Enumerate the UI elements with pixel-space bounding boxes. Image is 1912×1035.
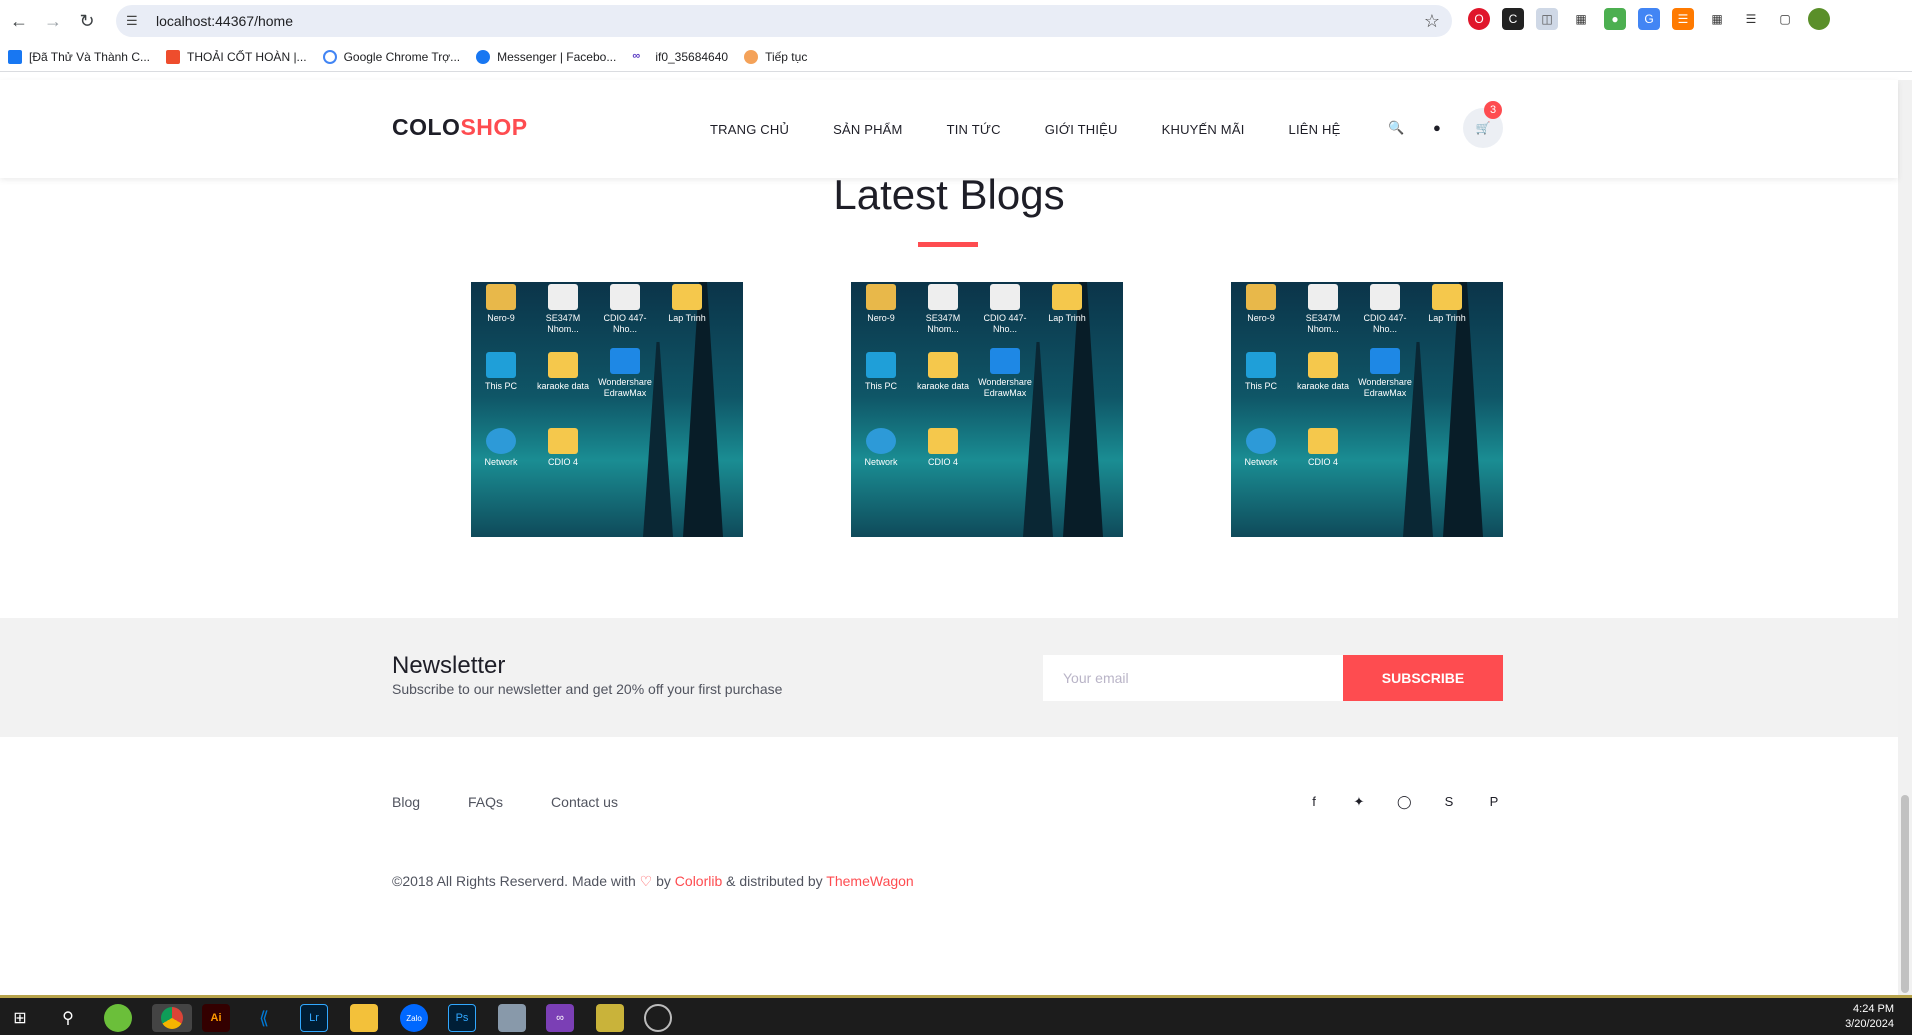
nav-item-news[interactable]: TIN TỨC — [947, 122, 1001, 137]
newsletter-section: Newsletter Subscribe to our newsletter a… — [0, 618, 1898, 737]
cart-icon: 🛒 — [1475, 121, 1491, 135]
title-underline — [918, 242, 978, 247]
bookmark-item[interactable]: ∞ if0_35684640 — [632, 49, 728, 64]
user-icon[interactable]: ● — [1433, 120, 1441, 135]
nav-item-products[interactable]: SẢN PHẨM — [833, 122, 903, 137]
cart-count-badge: 3 — [1484, 101, 1502, 119]
newsletter-subtitle: Subscribe to our newsletter and get 20% … — [392, 681, 783, 697]
extension-icon[interactable]: ● — [1604, 8, 1626, 30]
app-icon[interactable] — [498, 1004, 526, 1032]
windows-taskbar: ⊞ ⚲ Ai ⟪ Lr Zalo Ps ∞ 4:24 PM 3/20/2024 — [0, 995, 1912, 1035]
search-icon[interactable]: 🔍 — [1388, 120, 1404, 136]
site-header: COLOSHOP TRANG CHỦ SẢN PHẨM TIN TỨC GIỚI… — [0, 80, 1898, 178]
opera-icon[interactable]: O — [1468, 8, 1490, 30]
system-clock[interactable]: 4:24 PM 3/20/2024 — [1845, 1002, 1894, 1032]
translate-icon[interactable]: G — [1638, 8, 1660, 30]
page-scrollbar[interactable] — [1898, 80, 1912, 995]
chrome-icon[interactable] — [152, 1004, 192, 1032]
bookmark-item[interactable]: Messenger | Facebo... — [476, 49, 616, 64]
bookmark-star-icon[interactable]: ☆ — [1424, 11, 1440, 32]
main-nav: TRANG CHỦ SẢN PHẨM TIN TỨC GIỚI THIỆU KH… — [710, 122, 1385, 137]
app-icon[interactable] — [104, 1004, 132, 1032]
instagram-icon[interactable]: ◯ — [1397, 794, 1412, 810]
twitter-icon[interactable]: ✦ — [1352, 794, 1366, 810]
media-icon[interactable]: ☰ — [1740, 8, 1762, 30]
copyright-text: ©2018 All Rights Reserverd. Made with ♡ … — [392, 873, 914, 889]
blog-image[interactable]: Nero-9 SE347M Nhom... CDIO 447-Nho... La… — [471, 282, 743, 537]
social-links: f ✦ ◯ S P — [1307, 794, 1501, 810]
section-title: Latest Blogs — [833, 171, 1065, 218]
profile-avatar[interactable] — [1808, 8, 1830, 30]
reload-icon[interactable]: ↻ — [72, 6, 102, 36]
address-bar[interactable]: ☰ localhost:44367/home ☆ — [116, 5, 1452, 37]
footer-link-contact[interactable]: Contact us — [551, 794, 618, 810]
nav-item-promotions[interactable]: KHUYẾN MÃI — [1162, 122, 1245, 137]
site-info-icon[interactable]: ☰ — [126, 13, 144, 29]
url-text: localhost:44367/home — [156, 13, 293, 29]
email-input[interactable]: Your email — [1043, 655, 1343, 701]
bookmark-item[interactable]: [Đã Thử Và Thành C... — [8, 49, 150, 64]
vscode-icon[interactable]: ⟪ — [250, 1004, 278, 1032]
photoshop-icon[interactable]: Ps — [448, 1004, 476, 1032]
visual-studio-icon[interactable]: ∞ — [546, 1004, 574, 1032]
site-logo[interactable]: COLOSHOP — [392, 114, 528, 141]
nav-item-about[interactable]: GIỚI THIỆU — [1045, 122, 1118, 137]
extension-icon[interactable]: ▦ — [1570, 8, 1592, 30]
subscribe-button[interactable]: SUBSCRIBE — [1343, 655, 1503, 701]
scrollbar-thumb[interactable] — [1901, 795, 1909, 993]
puzzle-icon[interactable]: ▦ — [1706, 8, 1728, 30]
search-icon[interactable]: ⚲ — [54, 1004, 82, 1032]
nav-item-home[interactable]: TRANG CHỦ — [710, 122, 789, 137]
footer-link-blog[interactable]: Blog — [392, 794, 420, 810]
blog-image[interactable]: Nero-9 SE347M Nhom... CDIO 447-Nho... La… — [851, 282, 1123, 537]
pinterest-icon[interactable]: P — [1487, 794, 1501, 810]
themewagon-link[interactable]: ThemeWagon — [826, 873, 913, 889]
colorlib-link[interactable]: Colorlib — [675, 873, 722, 889]
browser-toolbar: ← → ↻ ☰ localhost:44367/home ☆ O C ◫ ▦ ●… — [0, 0, 1912, 42]
back-icon[interactable]: ← — [4, 6, 34, 36]
forward-icon[interactable]: → — [38, 6, 68, 36]
heart-icon: ♡ — [639, 873, 653, 889]
facebook-icon[interactable]: f — [1307, 794, 1321, 810]
shield-icon[interactable]: ◫ — [1536, 8, 1558, 30]
blog-image[interactable]: Nero-9 SE347M Nhom... CDIO 447-Nho... La… — [1231, 282, 1503, 537]
bookmark-item[interactable]: THOẢI CỐT HOÀN |... — [165, 49, 307, 64]
file-explorer-icon[interactable] — [350, 1004, 378, 1032]
newsletter-title: Newsletter — [392, 652, 506, 679]
windows-start-icon[interactable]: ⊞ — [6, 1004, 34, 1032]
lightroom-icon[interactable]: Lr — [300, 1004, 328, 1032]
sidebar-icon[interactable]: ▢ — [1774, 8, 1796, 30]
footer-links: Blog FAQs Contact us — [392, 794, 666, 810]
extension-icon[interactable]: C — [1502, 8, 1524, 30]
extension-icon[interactable]: ☰ — [1672, 8, 1694, 30]
extensions-area: O C ◫ ▦ ● G ☰ ▦ ☰ ▢ — [1468, 8, 1830, 30]
bookmark-item[interactable]: Tiếp tục — [744, 49, 807, 64]
bookmark-item[interactable]: Google Chrome Trợ... — [322, 49, 460, 64]
footer-link-faqs[interactable]: FAQs — [468, 794, 503, 810]
nav-item-contact[interactable]: LIÊN HỆ — [1289, 122, 1341, 137]
skype-icon[interactable]: S — [1442, 794, 1456, 810]
zalo-icon[interactable]: Zalo — [400, 1004, 428, 1032]
app-icon[interactable] — [596, 1004, 624, 1032]
bookmarks-bar: [Đã Thử Và Thành C... THOẢI CỐT HOÀN |..… — [0, 42, 1912, 72]
obs-icon[interactable] — [644, 1004, 672, 1032]
illustrator-icon[interactable]: Ai — [202, 1004, 230, 1032]
